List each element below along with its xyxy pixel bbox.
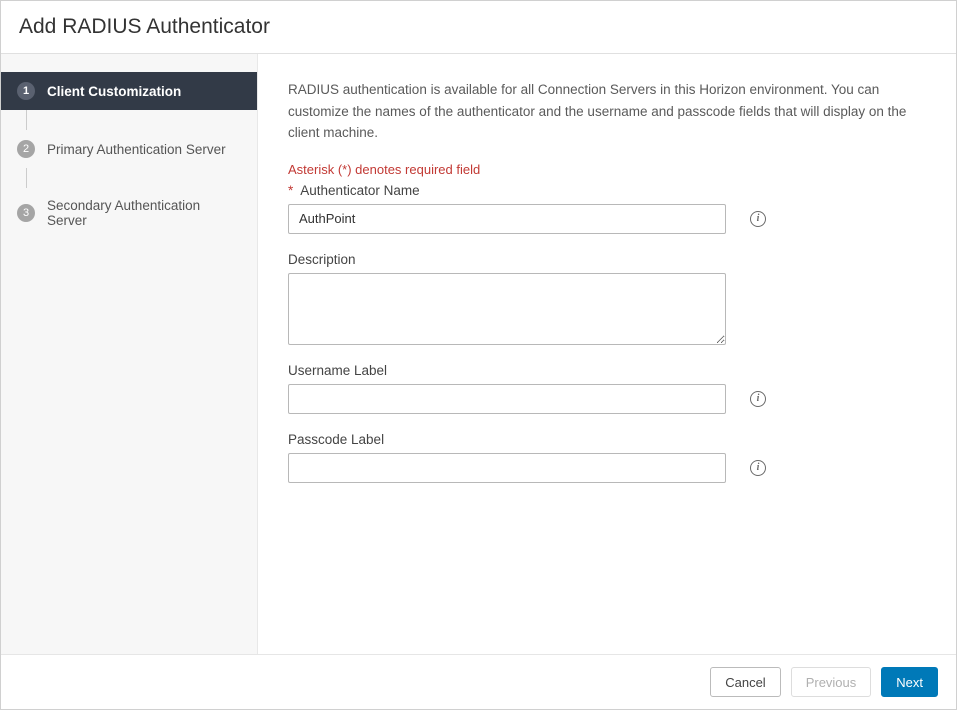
description-input[interactable] [288,273,726,345]
input-row: i [288,204,926,234]
field-passcode-label: Passcode Label i [288,432,926,483]
dialog-body: 1 Client Customization 2 Primary Authent… [1,54,956,654]
cancel-button[interactable]: Cancel [710,667,780,697]
step-connector [26,110,257,130]
intro-text: RADIUS authentication is available for a… [288,79,926,144]
step-connector [26,168,257,188]
username-label-input[interactable] [288,384,726,414]
wizard-step-primary-auth-server[interactable]: 2 Primary Authentication Server [1,130,257,168]
dialog-header: Add RADIUS Authenticator [1,1,956,54]
info-icon[interactable]: i [750,460,766,476]
required-asterisk: * [288,183,293,198]
username-label-label: Username Label [288,363,926,378]
main-content: RADIUS authentication is available for a… [258,54,956,654]
field-authenticator-name: * Authenticator Name i [288,183,926,234]
passcode-label-input[interactable] [288,453,726,483]
dialog-footer: Cancel Previous Next [1,654,956,709]
required-field-note: Asterisk (*) denotes required field [288,162,926,177]
authenticator-name-input[interactable] [288,204,726,234]
passcode-label-label: Passcode Label [288,432,926,447]
input-row: i [288,453,926,483]
label-text: Authenticator Name [300,183,419,198]
wizard-sidebar: 1 Client Customization 2 Primary Authent… [1,54,258,654]
field-username-label: Username Label i [288,363,926,414]
step-number-icon: 2 [17,140,35,158]
info-icon[interactable]: i [750,211,766,227]
wizard-step-secondary-auth-server[interactable]: 3 Secondary Authentication Server [1,188,257,238]
description-label: Description [288,252,926,267]
field-description: Description [288,252,926,345]
input-row [288,273,926,345]
authenticator-name-label: * Authenticator Name [288,183,926,198]
previous-button: Previous [791,667,872,697]
step-number-icon: 1 [17,82,35,100]
input-row: i [288,384,926,414]
step-label: Primary Authentication Server [47,142,226,157]
step-number-icon: 3 [17,204,35,222]
info-icon[interactable]: i [750,391,766,407]
step-label: Secondary Authentication Server [47,198,241,228]
dialog-title: Add RADIUS Authenticator [19,15,938,39]
wizard-step-client-customization[interactable]: 1 Client Customization [1,72,257,110]
step-label: Client Customization [47,84,181,99]
next-button[interactable]: Next [881,667,938,697]
